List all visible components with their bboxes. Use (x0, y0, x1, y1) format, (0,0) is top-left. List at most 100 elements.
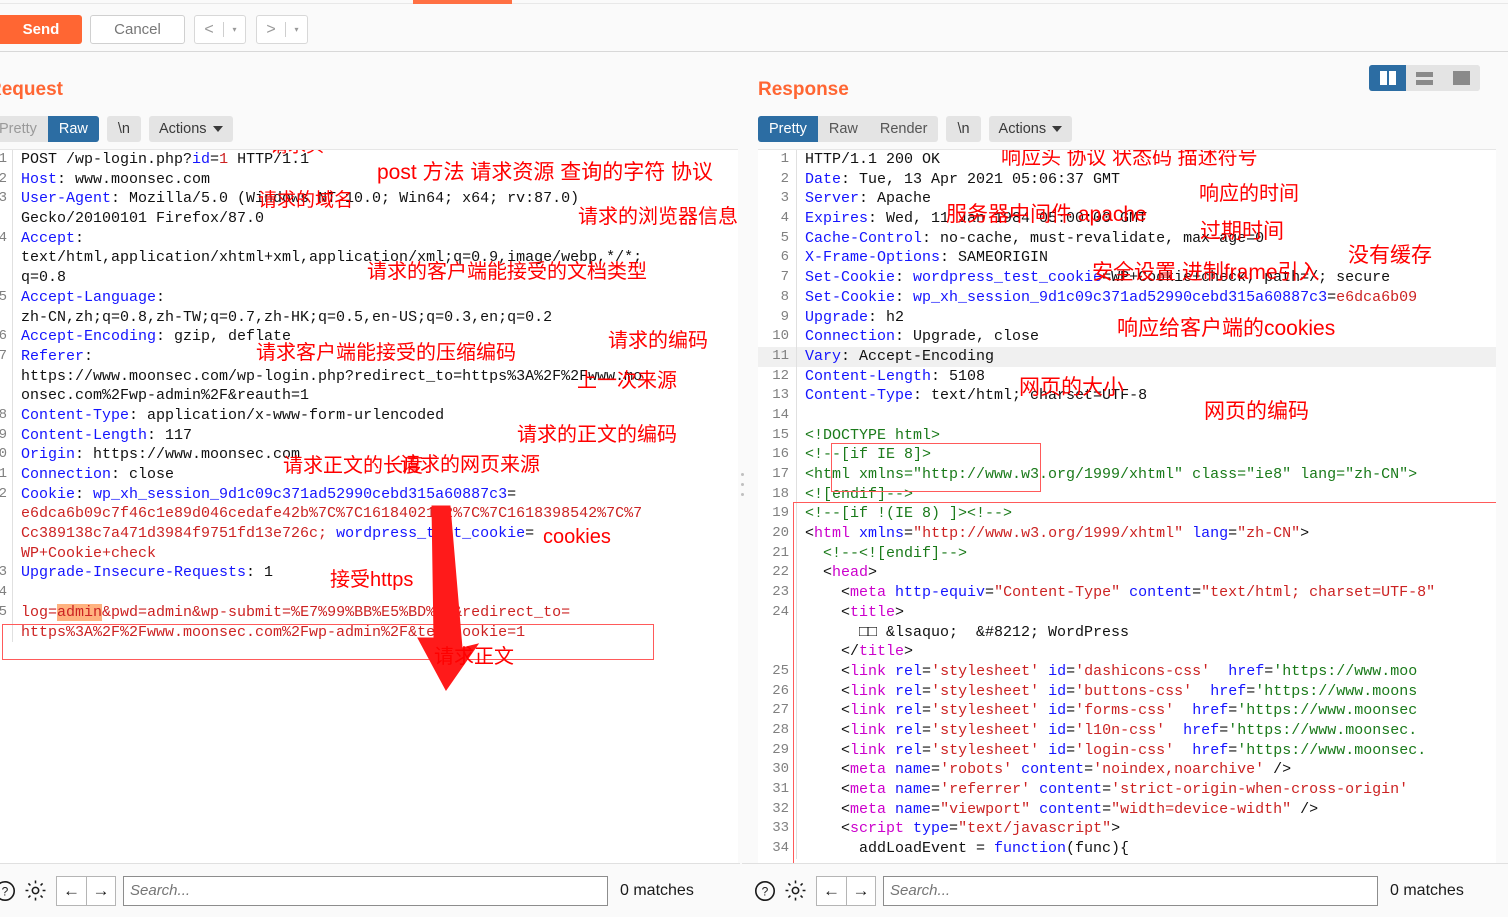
response-search-prev-button[interactable]: ← (816, 875, 846, 906)
code-text: Connection: Upgrade, close (805, 328, 1040, 346)
request-search-input[interactable] (123, 875, 608, 906)
code-text: <!--<![endif]--> (823, 544, 968, 562)
layout-stacked-view-button[interactable] (1406, 65, 1443, 91)
code-text: <link rel='stylesheet' id='forms-css' hr… (805, 702, 1418, 720)
code-text: Vary: Accept-Encoding (805, 347, 995, 365)
code-line: 2 Host: www.moonsec.com (0, 169, 738, 190)
code-line: 25 <link rel='stylesheet' id='dashicons-… (758, 661, 1496, 682)
code-text: Content-Type: text/html; charset=UTF-8 (805, 387, 1148, 405)
pane-splitter[interactable] (738, 53, 746, 863)
line-number: 22 (772, 564, 789, 581)
gutter-divider (12, 583, 13, 603)
request-editor[interactable]: 1 POST /wp-login.php?id=1 HTTP/1.1 2 Host: … (0, 149, 738, 863)
response-actions-menu[interactable]: Actions (988, 116, 1073, 142)
code-text: onsec.com%2Fwp-admin%2F&reauth=1 (21, 387, 310, 405)
code-line: 14 (0, 583, 738, 603)
code-line: 5 Accept-Language: (0, 287, 738, 308)
back-arrow-icon[interactable]: < (195, 16, 223, 43)
code-line: 8 Set-Cookie: wp_xh_session_9d1c09c371ad5… (758, 287, 1496, 308)
send-button[interactable]: Send (0, 15, 82, 44)
code-line: 7 Referer: (0, 346, 738, 367)
response-match-count: 0 matches (1390, 881, 1464, 899)
line-number: 14 (0, 583, 12, 603)
response-code-lines: 1 HTTP/1.1 200 OK 2 Date: Tue, 13 Apr 2021 … (758, 150, 1496, 863)
request-settings-gear-icon[interactable] (20, 876, 50, 906)
burp-repeater-window: Send Cancel < ▾ > ▾ Request Pretty Raw \… (0, 0, 1508, 917)
code-text: e6dca6b09c7f46c1e89d046cedafe42b%7C%7C16… (21, 505, 643, 523)
code-text: <title> (805, 603, 905, 621)
code-line: 16 <!--[if IE 8]> (758, 445, 1496, 465)
response-editor[interactable]: 1 HTTP/1.1 200 OK 2 Date: Tue, 13 Apr 2021 … (758, 149, 1496, 863)
code-text: <link rel='stylesheet' id='login-css' hr… (805, 741, 1427, 759)
line-number: 32 (772, 800, 789, 817)
go-back-group[interactable]: < ▾ (194, 15, 246, 44)
forward-arrow-icon[interactable]: > (257, 16, 285, 43)
code-line: 4 Expires: Wed, 11 Jan 1984 05:00:00 GMT (758, 209, 1496, 229)
tab-response-raw[interactable]: Raw (818, 116, 869, 142)
code-line: </title> (758, 642, 1496, 662)
code-text: <script type="text/javascript"> (805, 820, 1121, 838)
line-number: 24 (772, 603, 789, 620)
code-line: 12 Content-Length: 5108 (758, 366, 1496, 387)
request-help-icon[interactable]: ? (0, 876, 20, 906)
line-number: 2 (0, 170, 12, 190)
response-actions-label: Actions (998, 121, 1047, 137)
split-view-icon (1379, 71, 1396, 85)
line-number: 6 (0, 327, 12, 347)
tab-response-pretty[interactable]: Pretty (758, 116, 818, 142)
go-forward-group[interactable]: > ▾ (256, 15, 308, 44)
code-line: 26 <link rel='stylesheet' id='buttons-cs… (758, 681, 1496, 702)
request-newline-toggle[interactable]: \n (106, 116, 141, 142)
line-number: 7 (780, 269, 789, 286)
line-number: 3 (780, 190, 789, 207)
code-line: https%3A%2F%2Fwww.moonsec.com%2Fwp-admin… (0, 622, 738, 643)
code-line: 20 <html xmlns="http://www.w3.org/1999/xh… (758, 524, 1496, 544)
line-number: 5 (0, 288, 12, 308)
chevron-down-icon (212, 126, 223, 132)
response-search-input[interactable] (883, 875, 1378, 906)
code-text: log=admin&pwd=admin&wp-submit=%E7%99%BB%… (21, 603, 571, 621)
response-newline-toggle[interactable]: \n (946, 116, 981, 142)
code-text: https://www.moonsec.com/wp-login.php?red… (21, 367, 643, 385)
code-line: 24 <title> (758, 602, 1496, 623)
code-text: <html xmlns="http://www.w3.org/1999/xhtm… (805, 525, 1310, 543)
code-text: <meta http-equiv="Content-Type" content=… (805, 584, 1436, 602)
cancel-button[interactable]: Cancel (90, 15, 185, 44)
code-text: Set-Cookie: wp_xh_session_9d1c09c371ad52… (805, 288, 1418, 306)
back-chevron-down-icon[interactable]: ▾ (224, 16, 245, 43)
code-text: Cache-Control: no-cache, must-revalidate… (805, 229, 1265, 247)
response-help-icon[interactable]: ? (750, 876, 780, 906)
forward-chevron-down-icon[interactable]: ▾ (286, 16, 307, 43)
code-text: <meta name='referrer' content='strict-or… (805, 781, 1409, 798)
tab-request-pretty[interactable]: Pretty (0, 116, 48, 142)
line-number: 19 (772, 505, 789, 522)
request-actions-menu[interactable]: Actions (148, 116, 233, 142)
tab-request-raw[interactable]: Raw (47, 116, 99, 142)
code-text: <head> (805, 564, 878, 582)
layout-single-view-button[interactable] (1443, 65, 1480, 91)
svg-text:?: ? (2, 884, 9, 898)
tab-response-render[interactable]: Render (869, 116, 939, 142)
code-text: <!DOCTYPE html> (805, 426, 941, 444)
code-text: Referer: (21, 347, 94, 365)
line-number: 5 (780, 229, 789, 246)
layout-split-view-button[interactable] (1369, 65, 1406, 91)
splitter-grip-icon[interactable] (741, 473, 744, 496)
response-search-next-button[interactable]: → (846, 875, 876, 906)
line-number: 13 (772, 387, 789, 404)
request-search-prev-button[interactable]: ← (56, 875, 86, 906)
chevron-down-icon (1052, 126, 1063, 132)
response-settings-gear-icon[interactable] (780, 876, 810, 906)
code-line: 13 Content-Type: text/html; charset=UTF-8 (758, 386, 1496, 406)
line-number: 17 (772, 466, 789, 482)
code-text: Upgrade-Insecure-Requests: 1 (21, 564, 274, 582)
code-line: 11 Vary: Accept-Encoding (758, 346, 1496, 367)
code-text: Cookie: wp_xh_session_9d1c09c371ad52990c… (21, 485, 517, 503)
code-line: zh-CN,zh;q=0.8,zh-TW;q=0.7,zh-HK;q=0.5,e… (0, 307, 738, 328)
request-search-next-button[interactable]: → (86, 875, 116, 906)
code-line: 11 Connection: close (0, 465, 738, 485)
line-number: 4 (780, 210, 789, 227)
single-view-icon (1453, 71, 1470, 85)
line-number: 21 (772, 544, 789, 561)
code-line: 2 Date: Tue, 13 Apr 2021 05:06:37 GMT (758, 169, 1496, 190)
